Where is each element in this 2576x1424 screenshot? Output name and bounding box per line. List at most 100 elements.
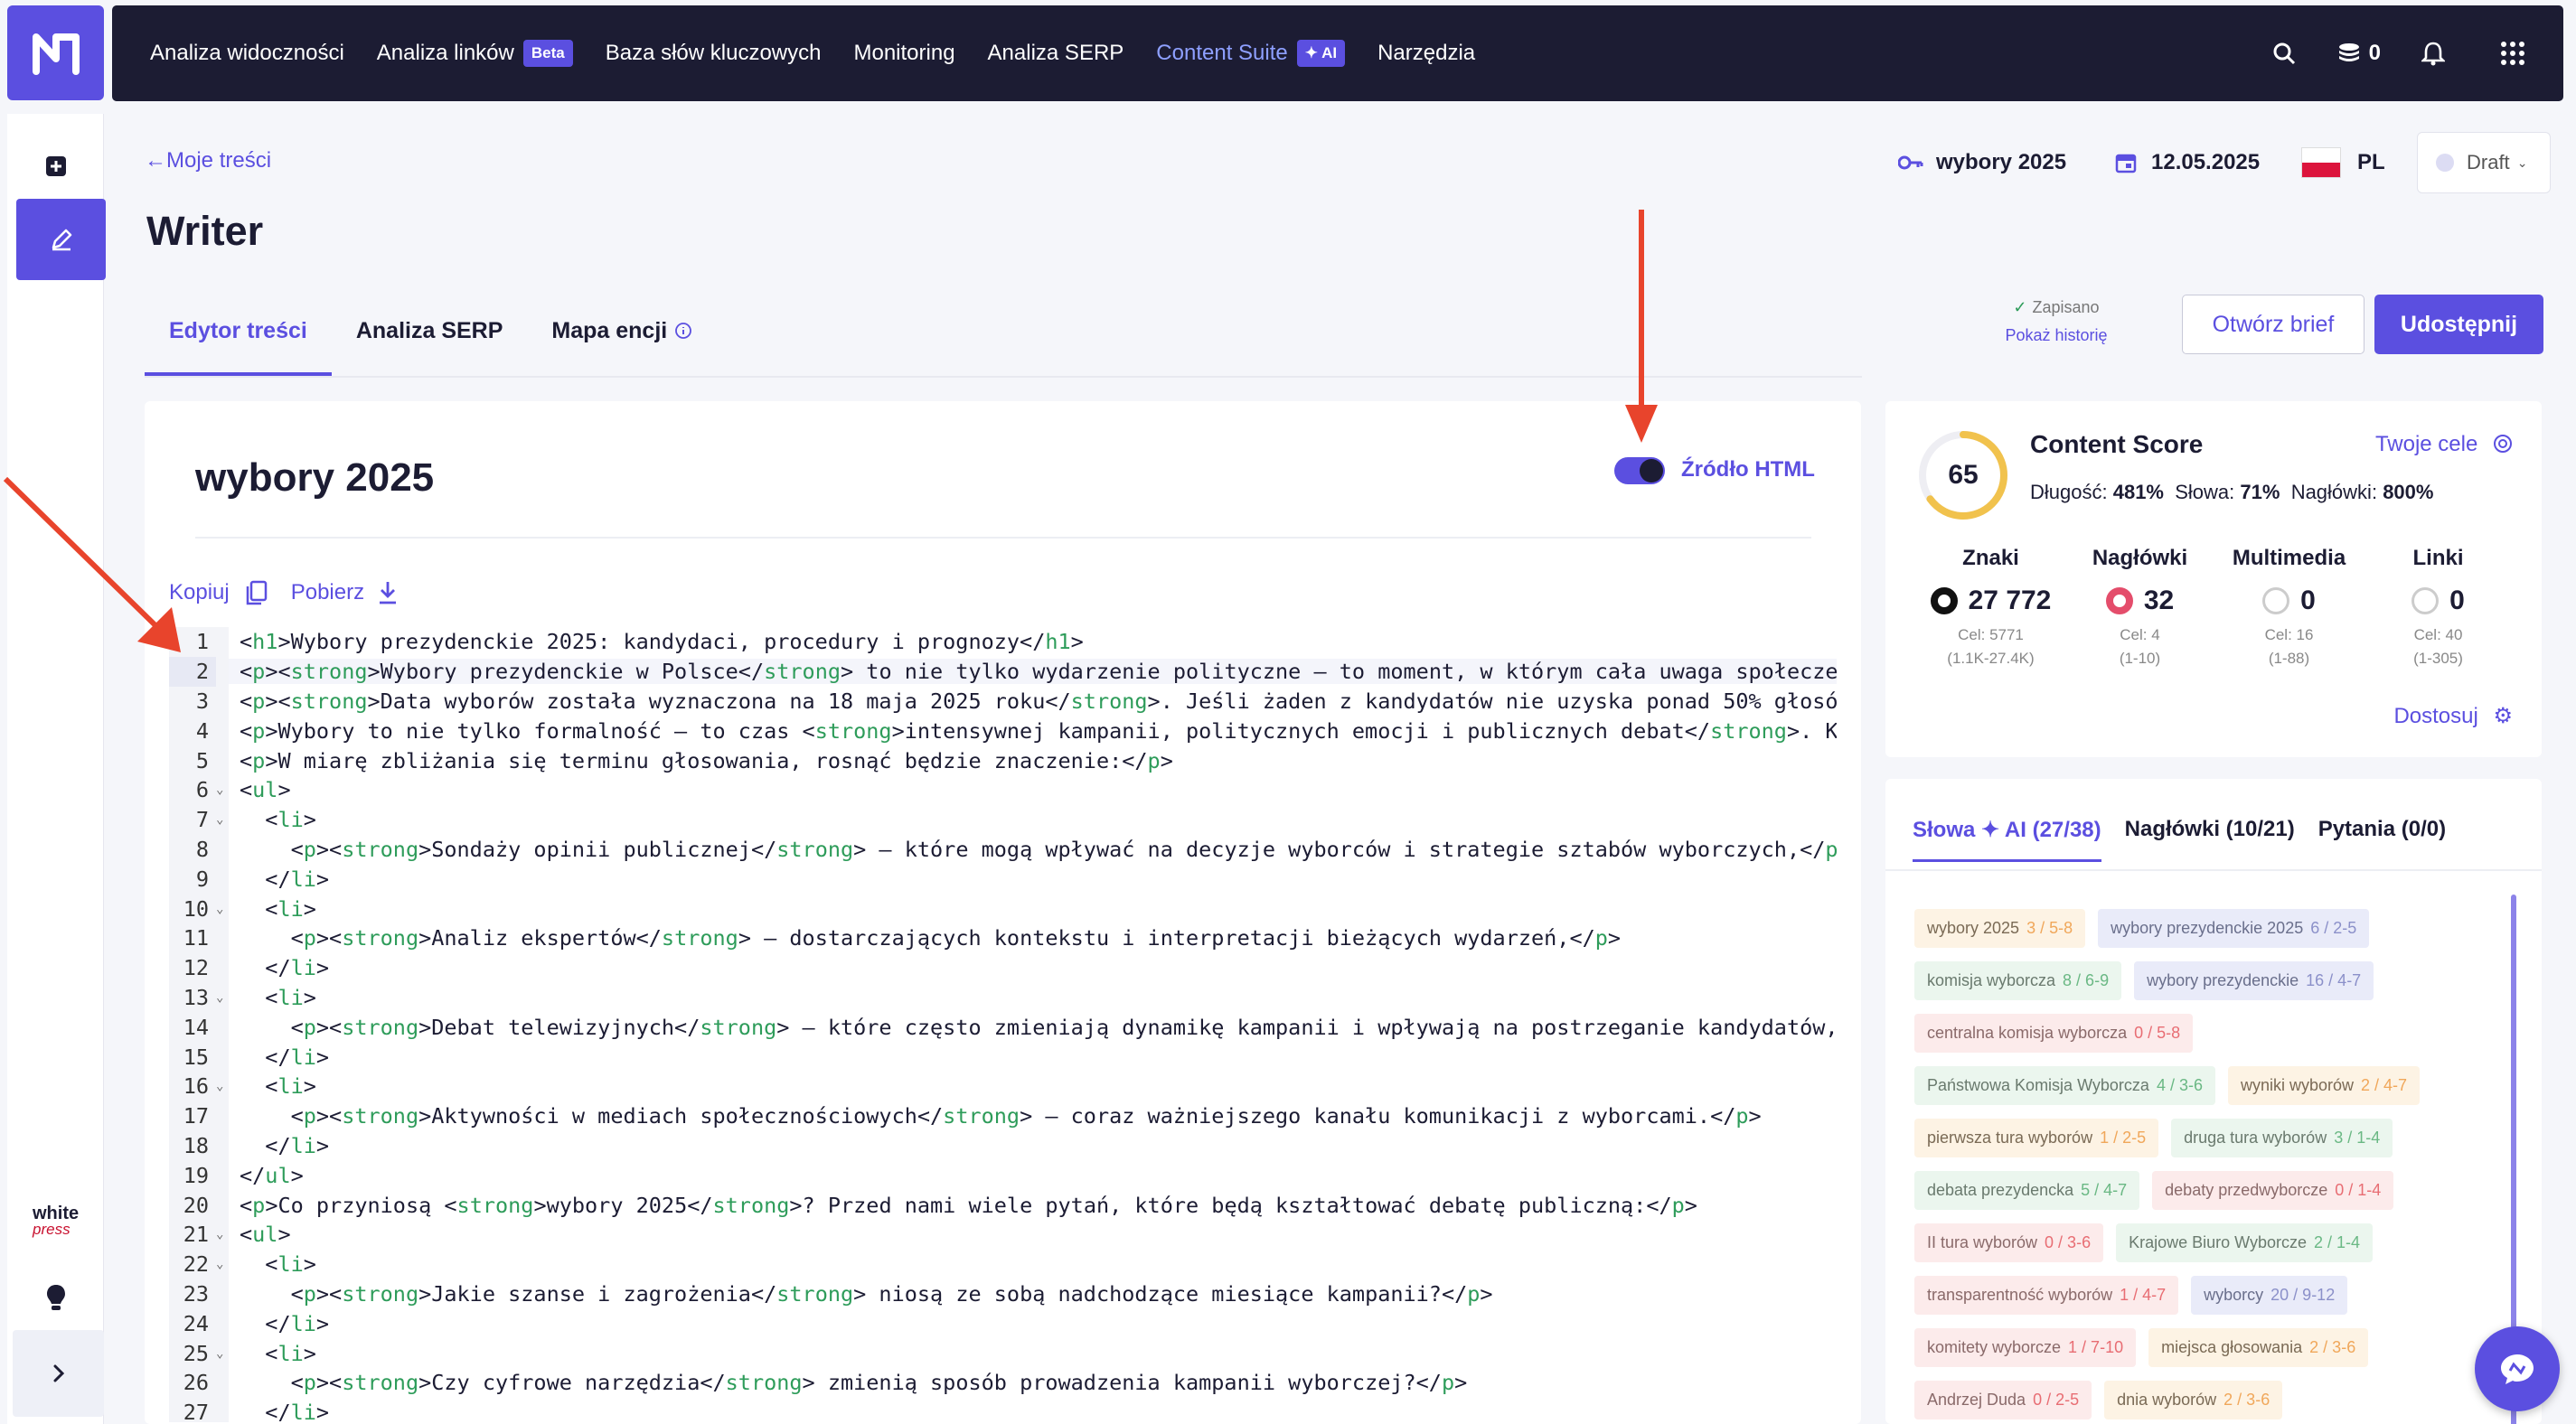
code-text: <li> <box>240 984 316 1010</box>
nav-item-0[interactable]: Analiza widoczności <box>150 41 344 66</box>
code-line[interactable]: 13 ⌄ <li> <box>169 982 1837 1013</box>
fold-chevron-icon[interactable]: ⌄ <box>216 1249 229 1279</box>
keyword-chip[interactable]: centralna komisja wyborcza 0 / 5-8 <box>1914 1014 2194 1053</box>
fold-chevron-icon[interactable]: ⌄ <box>216 1219 229 1250</box>
keyword-chip[interactable]: wyniki wyborów 2 / 4-7 <box>2227 1066 2421 1105</box>
code-line[interactable]: 19 </ul> <box>169 1160 1837 1191</box>
code-line[interactable]: 8 <p><strong>Sondaży opinii publicznej</… <box>169 834 1837 865</box>
code-line[interactable]: 25 ⌄ <li> <box>169 1338 1837 1368</box>
fold-chevron-icon[interactable]: ⌄ <box>216 804 229 835</box>
code-text: <p><strong>Data wyborów została wyznaczo… <box>240 688 1837 714</box>
download-button[interactable]: Pobierz <box>291 580 399 605</box>
fold-chevron-icon[interactable]: ⌄ <box>216 982 229 1013</box>
back-to-my-content-link[interactable]: ←Moje treści <box>145 148 271 173</box>
code-line[interactable]: 9 </li> <box>169 864 1837 895</box>
open-brief-button[interactable]: Otwórz brief <box>2182 295 2364 354</box>
nav-item-2[interactable]: Baza słów kluczowych <box>606 41 822 66</box>
code-line[interactable]: 7 ⌄ <li> <box>169 804 1837 835</box>
expand-sidebar-button[interactable] <box>13 1330 104 1417</box>
code-line[interactable]: 2 <p><strong>Wybory prezydenckie w Polsce… <box>169 656 1837 687</box>
code-line[interactable]: 24 </li> <box>169 1308 1837 1339</box>
keyword-chip[interactable]: Krajowe Biuro Wyborcze 2 / 1-4 <box>2116 1223 2374 1262</box>
code-line[interactable]: 6 ⌄ <ul> <box>169 774 1837 805</box>
html-source-label[interactable]: Źródło HTML <box>1681 457 1815 482</box>
search-icon[interactable] <box>2257 26 2311 80</box>
code-line[interactable]: 18 </li> <box>169 1130 1837 1161</box>
code-text: <li> <box>240 895 316 922</box>
keyword-chip[interactable]: komitety wyborcze 1 / 7-10 <box>1914 1328 2137 1367</box>
keyword-chip[interactable]: druga tura wyborów 3 / 1-4 <box>2171 1119 2393 1157</box>
calendar-icon <box>2115 154 2137 173</box>
fold-chevron-icon <box>216 1101 229 1131</box>
code-line[interactable]: 22 ⌄ <li> <box>169 1249 1837 1279</box>
keyword-chip[interactable]: dnia wyborów 2 / 3-6 <box>2104 1381 2283 1419</box>
left-sidebar: white press <box>7 114 106 1424</box>
keyword-chip[interactable]: transparentność wyborów 1 / 4-7 <box>1914 1276 2179 1315</box>
nav-item-1[interactable]: Analiza linków Beta <box>377 40 573 67</box>
code-text: <p><strong>Sondaży opinii publicznej</st… <box>240 836 1837 862</box>
keyword-chip[interactable]: miejsca głosowania 2 / 3-6 <box>2148 1328 2369 1367</box>
html-source-toggle[interactable] <box>1614 457 1665 484</box>
code-line[interactable]: 14 <p><strong>Debat telewizyjnych</stron… <box>169 1012 1837 1043</box>
fold-chevron-icon[interactable]: ⌄ <box>216 894 229 923</box>
status-dropdown[interactable]: Draft ⌄ <box>2417 132 2551 193</box>
nav-item-6[interactable]: Narzędzia <box>1377 41 1475 66</box>
keyword-chip[interactable]: debaty przedwyborcze 0 / 1-4 <box>2152 1171 2394 1210</box>
tab-content-editor[interactable]: Edytor treści <box>145 302 332 376</box>
keyword-chip[interactable]: Państwowa Komisja Wyborcza 4 / 3-6 <box>1914 1066 2215 1105</box>
keyword-chip[interactable]: II tura wyborów 0 / 3-6 <box>1914 1223 2104 1262</box>
code-line[interactable]: 12 </li> <box>169 952 1837 983</box>
your-goals-link[interactable]: Twoje cele <box>2375 432 2513 457</box>
tab-serp-analysis[interactable]: Analiza SERP <box>332 302 528 376</box>
html-code-editor[interactable]: 1 <h1>Wybory prezydenckie 2025: kandydaci… <box>169 627 1837 1422</box>
nav-item-4[interactable]: Analiza SERP <box>988 41 1124 66</box>
fold-chevron-icon <box>216 627 229 657</box>
lightbulb-icon[interactable] <box>7 1270 104 1325</box>
code-line[interactable]: 20 <p>Co przyniosą <strong>wybory 2025</s… <box>169 1190 1837 1220</box>
fold-chevron-icon[interactable]: ⌄ <box>216 774 229 805</box>
nav-item-5[interactable]: Content Suite ✦ AI <box>1156 40 1346 67</box>
code-line[interactable]: 21 ⌄ <ul> <box>169 1219 1837 1250</box>
keyword-chip[interactable]: wybory 2025 3 / 5-8 <box>1914 909 2086 948</box>
code-line[interactable]: 26 <p><strong>Czy cyfrowe narzędzia</str… <box>169 1367 1837 1398</box>
apps-grid-icon[interactable] <box>2486 26 2540 80</box>
copy-button[interactable]: Kopiuj <box>169 578 271 607</box>
nav-item-3[interactable]: Monitoring <box>853 41 954 66</box>
code-line[interactable]: 11 <p><strong>Analiz ekspertów</strong> … <box>169 923 1837 953</box>
keyword-chip[interactable]: wybory prezydenckie 16 / 4-7 <box>2134 961 2374 1000</box>
code-line[interactable]: 17 <p><strong>Aktywności w mediach społe… <box>169 1101 1837 1131</box>
code-line[interactable]: 27 </li> <box>169 1397 1837 1422</box>
show-history-link[interactable]: Pokaż historię <box>1998 326 2115 345</box>
keyword-chip[interactable]: wybory prezydenckie 2025 6 / 2-5 <box>2098 909 2370 948</box>
keywords-tab-0[interactable]: Słowa ✦ AI (27/38) <box>1913 817 2101 862</box>
fold-chevron-icon[interactable]: ⌄ <box>216 1071 229 1101</box>
keywords-tab-2[interactable]: Pytania (0/0) <box>2318 817 2446 862</box>
credits-coins-icon[interactable]: 0 <box>2336 26 2381 80</box>
code-line[interactable]: 15 </li> <box>169 1042 1837 1072</box>
code-line[interactable]: 4 <p>Wybory to nie tylko formalność – to … <box>169 716 1837 746</box>
document-title[interactable]: wybory 2025 <box>195 455 434 501</box>
chat-support-button[interactable] <box>2475 1326 2560 1411</box>
whitepress-logo[interactable]: white press <box>33 1204 79 1238</box>
tab-entity-map[interactable]: Mapa encji <box>527 302 717 376</box>
keyword-chip[interactable]: komisja wyborcza 8 / 6-9 <box>1914 961 2122 1000</box>
keywords-tab-1[interactable]: Nagłówki (10/21) <box>2125 817 2295 862</box>
keyword-chip[interactable]: Andrzej Duda 0 / 2-5 <box>1914 1381 2092 1419</box>
keyword-chip[interactable]: debata prezydencka 5 / 4-7 <box>1914 1171 2140 1210</box>
add-content-button[interactable] <box>7 141 104 192</box>
keyword-chip[interactable]: wyborcy 20 / 9-12 <box>2191 1276 2348 1315</box>
customize-link[interactable]: Dostosuj ⚙ <box>2393 703 2513 729</box>
code-line[interactable]: 16 ⌄ <li> <box>169 1071 1837 1101</box>
code-line[interactable]: 23 <p><strong>Jakie szanse i zagrożenia<… <box>169 1279 1837 1309</box>
code-line[interactable]: 1 <h1>Wybory prezydenckie 2025: kandydaci… <box>169 627 1837 657</box>
bell-icon[interactable] <box>2406 26 2460 80</box>
fold-chevron-icon[interactable]: ⌄ <box>216 1338 229 1368</box>
keyword-chip[interactable]: pierwsza tura wyborów 1 / 2-5 <box>1914 1119 2159 1157</box>
code-line[interactable]: 10 ⌄ <li> <box>169 894 1837 923</box>
share-button[interactable]: Udostępnij <box>2374 295 2543 354</box>
app-logo[interactable] <box>7 5 104 100</box>
writer-nav-button[interactable] <box>16 199 106 280</box>
code-line[interactable]: 5 <p>W miarę zbliżania się terminu głosow… <box>169 745 1837 775</box>
code-line[interactable]: 3 <p><strong>Data wyborów została wyznacz… <box>169 686 1837 717</box>
code-text: <p>Wybory to nie tylko formalność – to c… <box>240 717 1837 744</box>
